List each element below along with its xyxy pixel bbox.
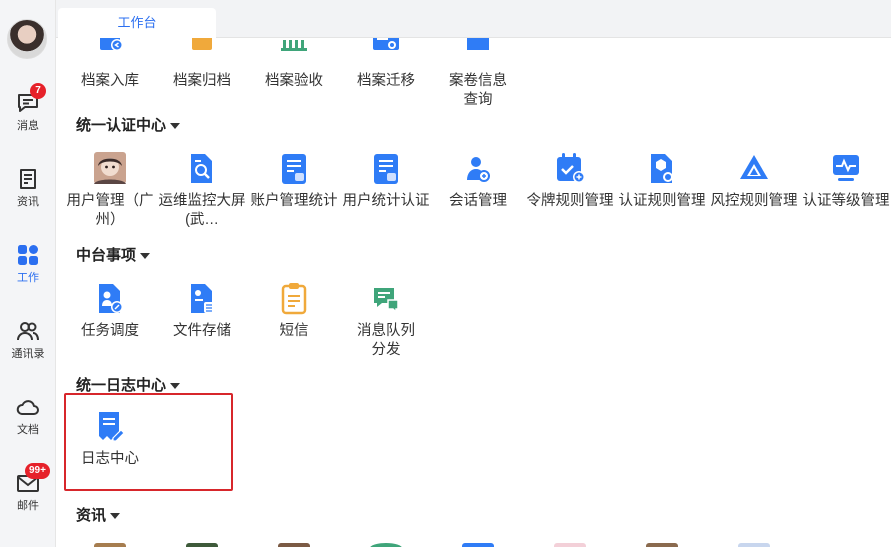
news-thumbnail[interactable] <box>554 543 586 547</box>
caret-down-icon <box>170 383 181 390</box>
news-thumbnail[interactable] <box>278 543 310 547</box>
mail-count-badge: 99+ <box>25 463 50 479</box>
sms-clipboard-icon <box>281 283 307 315</box>
sidebar-item-label: 消息 <box>17 120 39 132</box>
app-file-storage[interactable]: 文件存储 <box>156 282 248 341</box>
app-session-management[interactable]: 会话管理 <box>432 152 524 211</box>
news-thumbnail[interactable] <box>370 543 402 547</box>
app-risk-rules[interactable]: 风控规则管理 <box>708 152 800 211</box>
sidebar-item-docs[interactable]: 文档 <box>0 396 56 437</box>
app-account-stats[interactable]: 账户管理统计 <box>248 152 340 211</box>
pulse-icon <box>833 155 859 181</box>
caret-down-icon <box>170 123 181 130</box>
app-archive-move[interactable]: 档案迁移 <box>340 38 432 91</box>
app-archive-check[interactable]: 档案验收 <box>248 38 340 91</box>
archive-search-icon <box>467 38 489 50</box>
doc-stats-icon <box>282 154 306 184</box>
sidebar: 消息 7 资讯 工作 通讯录 文档 邮件 99+ <box>0 0 56 547</box>
file-storage-icon <box>191 284 214 313</box>
app-ops-monitor[interactable]: 运维监控大屏(武… <box>156 152 248 230</box>
caret-down-icon <box>140 253 151 260</box>
app-auth-rules[interactable]: 认证规则管理 <box>616 152 708 211</box>
sidebar-item-messages[interactable]: 消息 <box>0 92 56 133</box>
caret-down-icon <box>110 513 121 520</box>
user-avatar-icon <box>94 152 126 184</box>
apps-grid-icon <box>18 245 38 265</box>
section-header-news[interactable]: 资讯 <box>76 504 121 525</box>
app-user-stats-auth[interactable]: 用户统计认证 <box>340 152 432 211</box>
task-dispatch-icon <box>99 284 123 313</box>
doc-auth-icon <box>374 154 398 184</box>
archive-check-icon <box>281 40 307 51</box>
archive-file-icon <box>192 38 212 50</box>
archive-in-icon <box>100 38 123 51</box>
app-archive-file[interactable]: 档案归档 <box>156 38 248 91</box>
session-icon <box>467 157 490 182</box>
cloud-docs-icon <box>16 400 39 415</box>
tab-workbench[interactable]: 工作台 <box>58 8 216 38</box>
app-auth-level[interactable]: 认证等级管理 <box>800 152 891 211</box>
contacts-icon <box>17 322 39 341</box>
sidebar-item-label: 邮件 <box>17 500 39 512</box>
sidebar-item-label: 工作 <box>17 272 39 284</box>
sidebar-item-label: 通讯录 <box>11 348 45 360</box>
message-count-badge: 7 <box>30 83 46 99</box>
news-thumbnail[interactable] <box>738 543 770 547</box>
sidebar-item-label: 文档 <box>17 424 39 436</box>
triangle-icon <box>740 155 768 179</box>
avatar[interactable] <box>7 19 47 59</box>
news-thumbnail[interactable] <box>462 543 494 547</box>
tab-bar: 工作台 <box>56 0 891 38</box>
log-edit-icon <box>99 412 125 442</box>
app-token-rules[interactable]: 令牌规则管理 <box>524 152 616 211</box>
news-thumbnail[interactable] <box>186 543 218 547</box>
app-user-management[interactable]: 用户管理（广州） <box>64 152 156 230</box>
app-log-center[interactable]: 日志中心 <box>64 410 156 469</box>
news-icon <box>20 169 36 189</box>
doc-gear-icon <box>651 154 673 183</box>
sidebar-item-mail[interactable]: 邮件 <box>0 472 56 513</box>
section-header-auth[interactable]: 统一认证中心 <box>76 114 181 135</box>
archive-move-icon <box>373 38 399 50</box>
app-message-queue[interactable]: 消息队列分发 <box>340 282 432 360</box>
news-thumbnail[interactable] <box>94 543 126 547</box>
workbench-content: 档案入库 档案归档 档案验收 档案迁移 案卷信息查询 统一认证中心 用户管理（广… <box>56 38 891 547</box>
calendar-plus-icon <box>557 153 585 183</box>
app-sms[interactable]: 短信 <box>248 282 340 341</box>
sidebar-item-news[interactable]: 资讯 <box>0 168 56 209</box>
news-thumbnail[interactable] <box>646 543 678 547</box>
monitor-doc-icon <box>191 154 212 183</box>
sidebar-item-label: 资讯 <box>17 196 39 208</box>
message-queue-icon <box>374 288 399 314</box>
section-header-logs[interactable]: 统一日志中心 <box>76 374 181 395</box>
app-archive-in[interactable]: 档案入库 <box>64 38 156 91</box>
sidebar-item-work[interactable]: 工作 <box>0 244 56 285</box>
app-archive-search[interactable]: 案卷信息查询 <box>432 38 524 110</box>
sidebar-item-contacts[interactable]: 通讯录 <box>0 320 56 361</box>
app-task-dispatch[interactable]: 任务调度 <box>64 282 156 341</box>
section-header-middle[interactable]: 中台事项 <box>76 244 151 265</box>
